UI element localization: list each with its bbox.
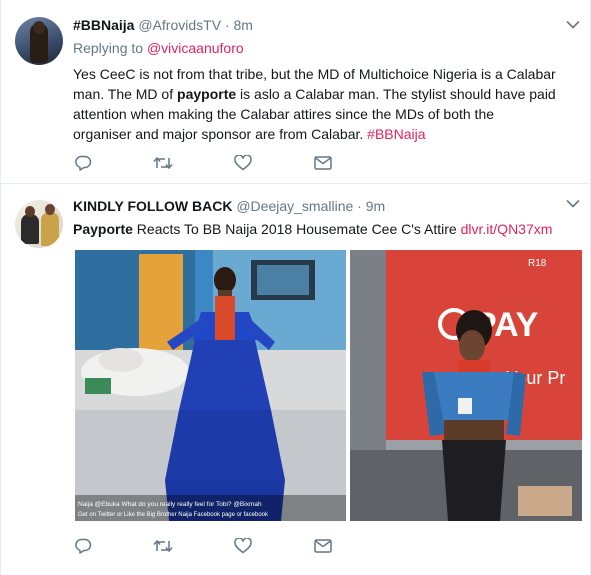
photo-scene: Naija @Ebuka What do you really really f…	[75, 250, 346, 521]
separator-dot: ·	[357, 198, 362, 214]
like-button[interactable]	[233, 536, 253, 556]
tweet-actions	[73, 153, 373, 173]
hashtag-link[interactable]: #BBNaija	[367, 126, 425, 142]
tweet-header: KINDLY FOLLOW BACK @Deejay_smalline · 9m	[73, 197, 556, 215]
display-name[interactable]: KINDLY FOLLOW BACK	[73, 198, 232, 214]
separator-dot: ·	[224, 17, 230, 33]
mention-link[interactable]: @vivicaanuforo	[147, 40, 244, 56]
retweet-icon	[153, 156, 173, 170]
tweet-text: Yes CeeC is not from that tribe, but the…	[73, 64, 556, 144]
media-badge: R18	[528, 258, 547, 269]
tweet-text-part: Reacts To BB Naija 2018 Housemate Cee C'…	[132, 221, 461, 237]
replying-to: Replying to @vivicaanuforo	[73, 39, 556, 57]
tweet-content: #BBNaija @AfrovidsTV · 8m Replying to @v…	[73, 16, 556, 144]
retweet-button[interactable]	[153, 153, 173, 173]
tweet-actions	[73, 536, 373, 556]
replying-prefix: Replying to	[73, 40, 147, 56]
media-photo[interactable]: R18 PAY Your Pr	[350, 250, 582, 521]
retweet-button[interactable]	[153, 536, 173, 556]
heart-icon	[234, 155, 252, 171]
heart-icon	[234, 538, 252, 554]
reply-button[interactable]	[73, 153, 93, 173]
direct-message-button[interactable]	[313, 536, 333, 556]
avatar[interactable]	[15, 200, 63, 248]
media-photo[interactable]: Naija @Ebuka What do you really really f…	[75, 250, 346, 521]
media-caption: Get on Twitter or Like the Big Brother N…	[78, 512, 269, 518]
retweet-icon	[153, 539, 173, 553]
reply-icon	[75, 538, 92, 554]
timeline: #BBNaija @AfrovidsTV · 8m Replying to @v…	[0, 0, 591, 575]
tweet-text-bold: Payporte	[73, 221, 133, 237]
user-handle[interactable]: @Deejay_smalline	[236, 198, 353, 214]
avatar-head	[45, 204, 55, 215]
tweet[interactable]: #BBNaija @AfrovidsTV · 8m Replying to @v…	[1, 0, 590, 184]
tweet-header: #BBNaija @AfrovidsTV · 8m	[73, 16, 556, 34]
tweet-text-bold: payporte	[177, 86, 237, 102]
tweet-content: KINDLY FOLLOW BACK @Deejay_smalline · 9m…	[73, 197, 556, 239]
like-button[interactable]	[233, 153, 253, 173]
media-grid: Naija @Ebuka What do you really really f…	[73, 250, 582, 521]
chevron-down-icon[interactable]	[566, 199, 580, 209]
tweet-text: Payporte Reacts To BB Naija 2018 Housema…	[73, 219, 556, 239]
tweet[interactable]: KINDLY FOLLOW BACK @Deejay_smalline · 9m…	[1, 185, 590, 575]
url-link[interactable]: dlvr.it/QN37xm	[461, 221, 553, 237]
photo-scene: R18 PAY Your Pr	[350, 250, 582, 521]
avatar-figure	[41, 212, 59, 246]
direct-message-button[interactable]	[313, 153, 333, 173]
reply-icon	[75, 155, 92, 171]
avatar-head	[33, 21, 45, 34]
timestamp[interactable]: 9m	[366, 198, 385, 214]
envelope-icon	[314, 539, 332, 553]
avatar[interactable]	[15, 17, 63, 65]
envelope-icon	[314, 156, 332, 170]
media-caption: Naija @Ebuka What do you really really f…	[78, 501, 262, 508]
user-handle[interactable]: @AfrovidsTV	[138, 17, 221, 33]
reply-button[interactable]	[73, 536, 93, 556]
chevron-down-icon[interactable]	[566, 20, 580, 30]
display-name[interactable]: #BBNaija	[73, 17, 134, 33]
avatar-figure	[21, 214, 39, 244]
avatar-head	[25, 206, 35, 217]
timestamp[interactable]: 8m	[234, 17, 253, 33]
